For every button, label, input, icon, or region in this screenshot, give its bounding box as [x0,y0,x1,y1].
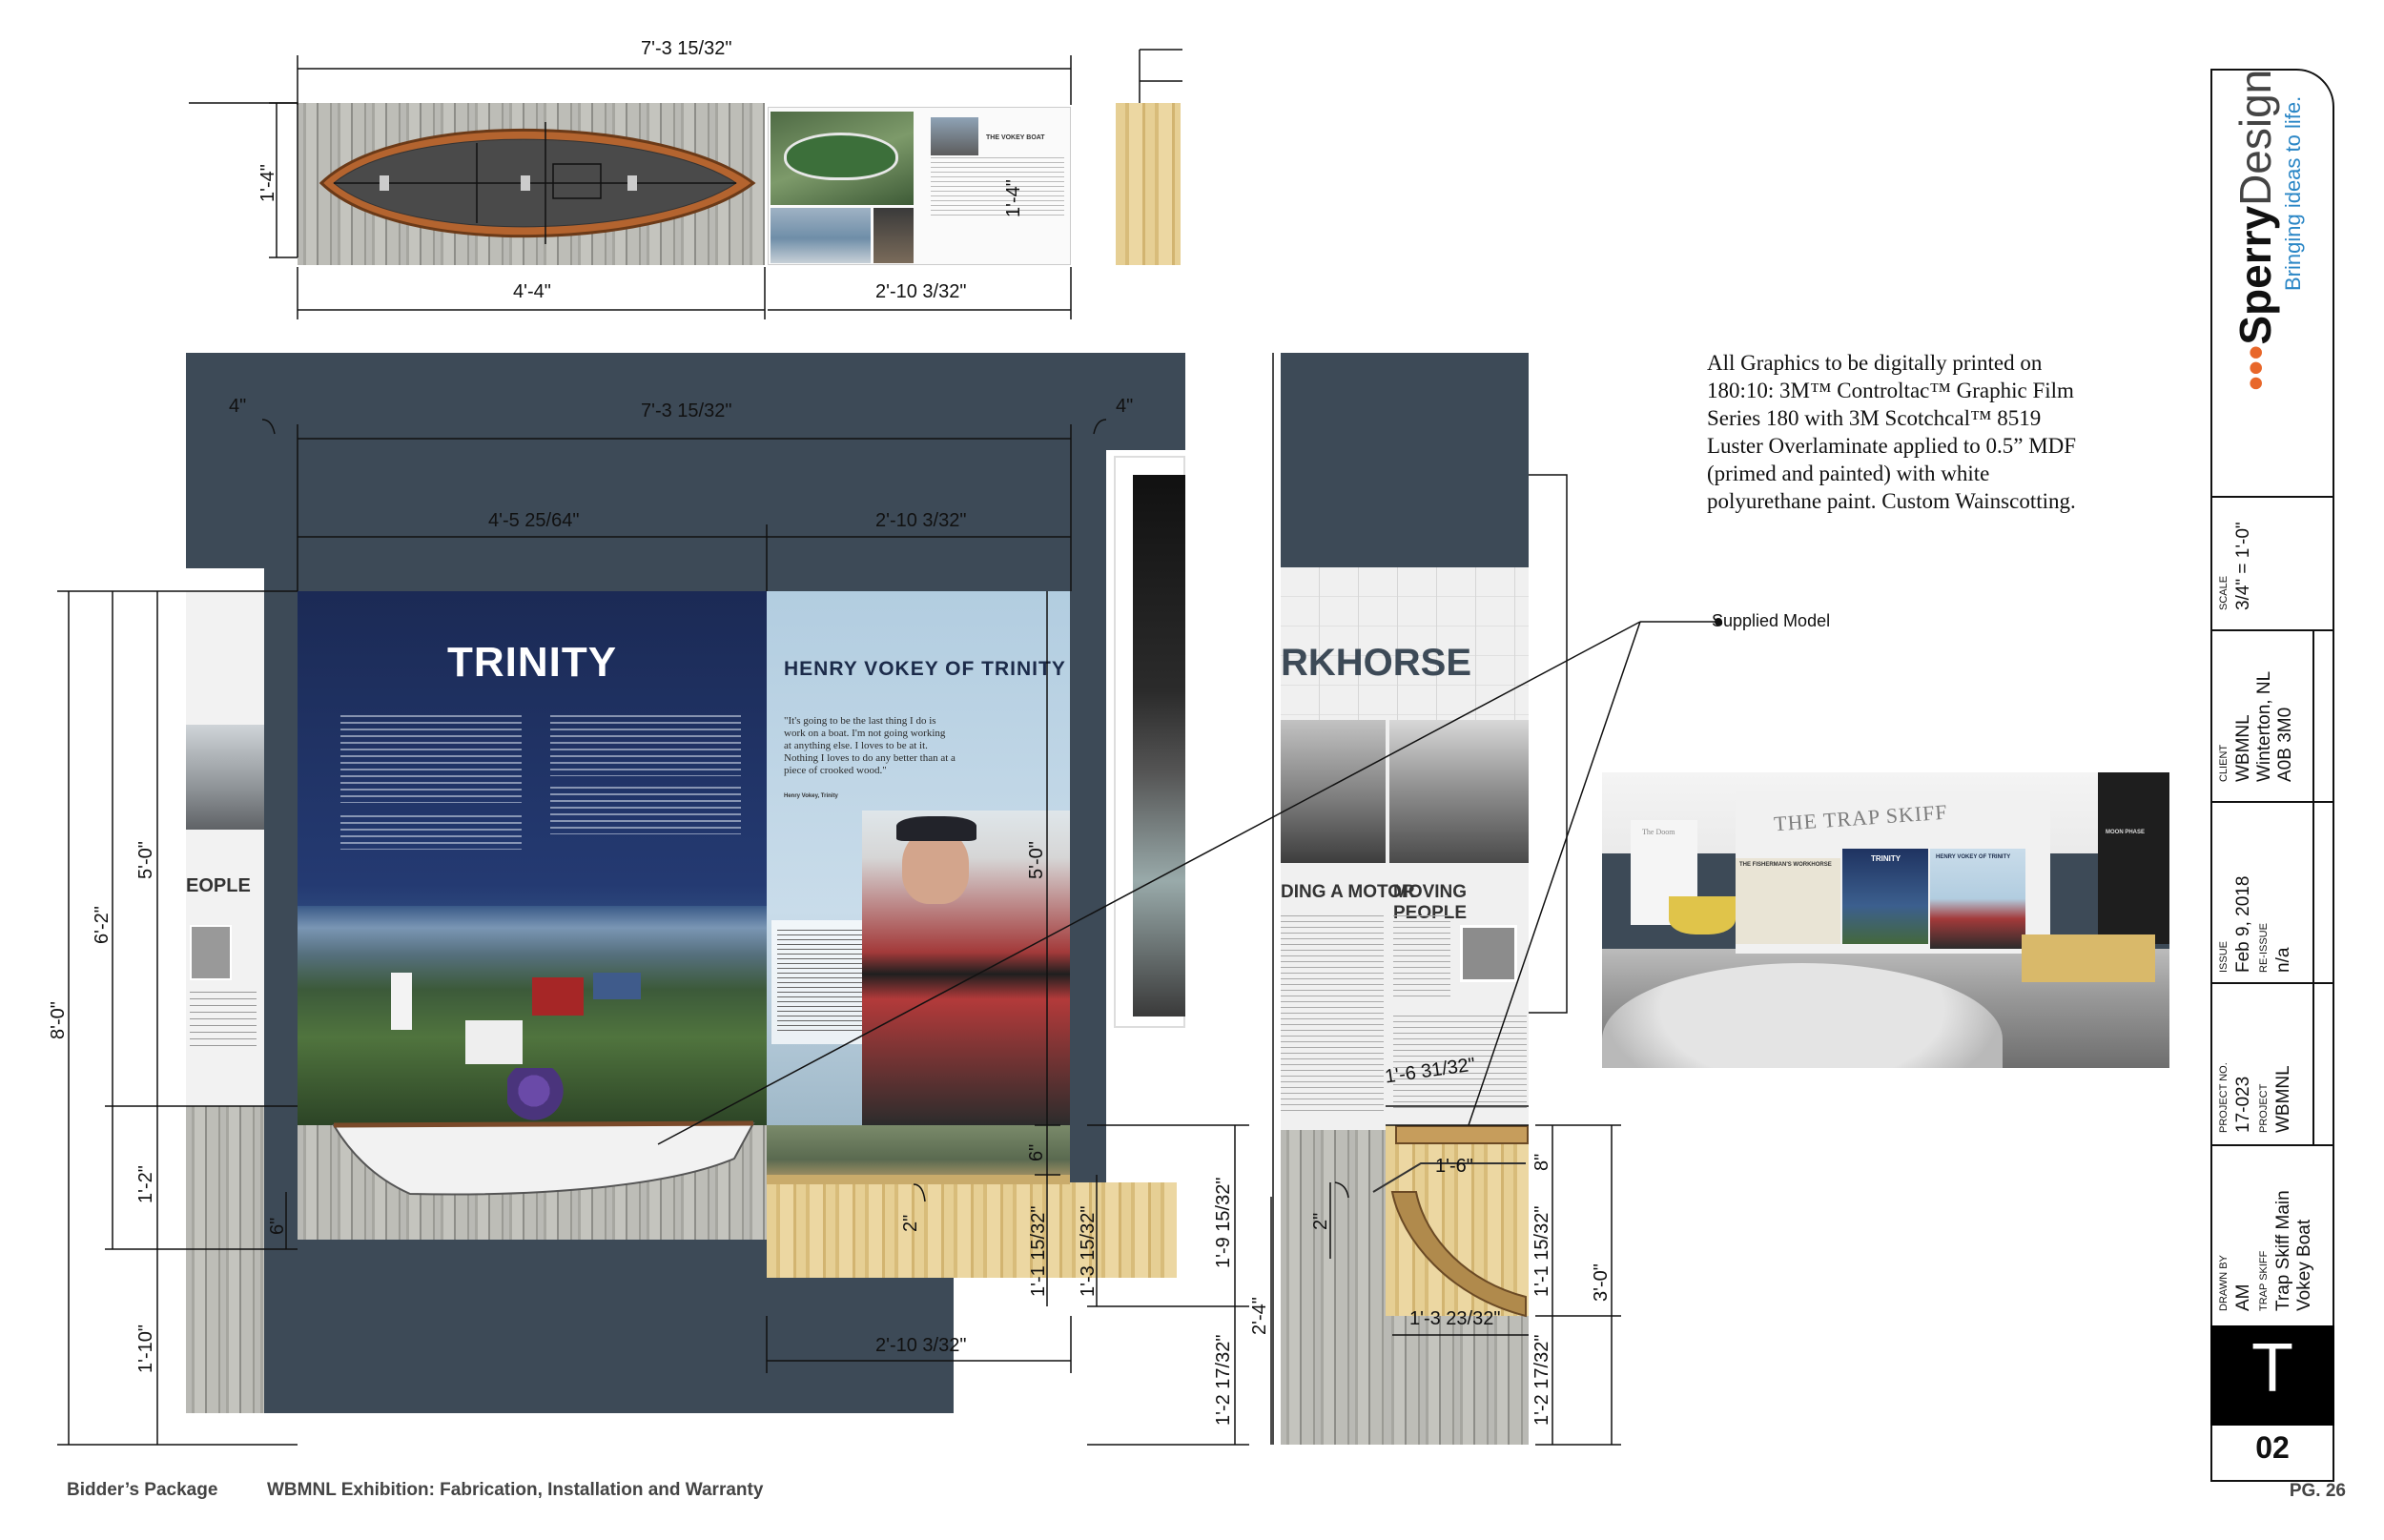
graphics-note: All Graphics to be digitally printed on … [1707,351,2077,513]
dim-side-8: 8" [1531,1153,1552,1171]
dim-case-1-3: 1'-3 15/32" [1078,1205,1099,1297]
project-no-value: 17-023 [2233,1076,2253,1133]
dim-side-1-1: 1'-1 15/32" [1531,1205,1552,1297]
drawn-value: AM [2233,1283,2253,1312]
reissue-label: RE-ISSUE [2258,923,2270,973]
dim-h-lower: 1'-2" [135,1165,156,1203]
drawn-label: DRAWN BY [2218,1255,2230,1311]
dim-main-width: 7'-3 15/32" [641,400,732,421]
tb-sep-4 [2210,982,2334,984]
scale-label: SCALE [2218,575,2230,610]
subject-label: TRAP SKIFF [2258,1250,2270,1311]
tb-vline-3 [2312,982,2314,1144]
tb-vline-2 [2312,801,2314,982]
brand-light: Design [2230,69,2280,206]
dim-corner-left: 4" [229,396,247,417]
dim-case-6: 6" [1026,1143,1047,1161]
footer-middle: WBMNL Exhibition: Fabrication, Installat… [267,1480,764,1500]
dim-top-left-width: 4'-4" [513,281,551,302]
project-label: PROJECT [2258,1083,2270,1133]
brand-bold: Sperry [2230,205,2280,345]
footer-left: Bidder’s Package [67,1480,218,1500]
render-panel-c: HENRY VOKEY OF TRINITY [1930,849,2025,949]
reissue-value: n/a [2273,947,2293,973]
client-line-2: Winterton, NL [2254,670,2274,782]
render-panel-b: TRINITY [1842,849,1928,944]
dim-side-1-6: 1'-6" [1435,1156,1473,1177]
dim-case-2: 2" [900,1214,921,1232]
render-panel-d: MOON PHASE [2098,772,2169,944]
callout-label: Supplied Model [1712,611,1831,630]
brand-tagline: Bringing ideas to life. [2281,95,2305,291]
tb-sep-1 [2210,496,2334,498]
render-panel-a: THE FISHERMAN'S WORKHORSE [1736,858,1840,944]
dim-top-right-width: 2'-10 3/32" [875,281,967,302]
dim-h-panel-total: 6'-2" [92,906,113,944]
dimension-lines [57,55,1722,1446]
dim-side-3-0: 3'-0" [1591,1263,1612,1302]
dim-case-height: 5'-0" [1026,841,1047,879]
scale-value: 3/4" = 1'-0" [2233,522,2253,610]
dim-h-total: 8'-0" [48,1001,69,1039]
dim-case-bottom-width: 2'-10 3/32" [875,1335,967,1356]
render-case [2022,934,2155,982]
dim-case-1-2: 1'-2 17/32" [1213,1334,1234,1426]
project-value: WBMNL [2273,1065,2293,1133]
issue-label: ISSUE [2218,940,2230,973]
dim-top-width: 7'-3 15/32" [641,38,732,59]
dim-side-1-2: 1'-2 17/32" [1531,1334,1552,1426]
render-yellow-boat [1669,896,1736,934]
subject-line-2: Vokey Boat [2294,1219,2314,1311]
footer-page: PG. 26 [2289,1481,2346,1501]
dim-h-base: 1'-10" [135,1324,156,1373]
client-line-3: A0B 3M0 [2275,707,2295,782]
subject-line-1: Trap Skiff Main [2273,1190,2293,1311]
render-floor-boat [1602,963,2003,1068]
tb-sep-3 [2210,801,2334,803]
dim-side-1-3-23: 1'-3 23/32" [1409,1308,1501,1329]
brand-logo: •••SperryDesign [2230,70,2281,391]
tb-letter: T [2251,1330,2293,1407]
dim-main-left-width: 4'-5 25/64" [488,510,580,531]
dim-side-2: 2" [1310,1212,1331,1230]
client-label: CLIENT [2218,744,2230,782]
dim-case-1-1: 1'-1 15/32" [1028,1205,1049,1297]
tb-vline-1 [2312,629,2314,801]
callout-leader [657,621,1716,1145]
project-no-label: PROJECT NO. [2218,1062,2230,1133]
brand-dots: ••• [2230,344,2280,391]
dim-corner-right: 4" [1116,396,1134,417]
dim-h-6: 6" [267,1217,288,1235]
client-line-1: WBMNL [2233,714,2253,782]
tb-sep-2 [2210,629,2334,631]
dim-side-2-4: 2'-4" [1249,1297,1270,1335]
issue-value: Feb 9, 2018 [2233,875,2253,973]
dim-case-1-9: 1'-9 15/32" [1213,1177,1234,1268]
dim-top-rot: 1'-4" [1003,179,1024,217]
tb-sheet: 02 [2255,1430,2290,1465]
dim-top-height: 1'-4" [257,164,278,202]
dim-h-panel: 5'-0" [135,841,156,879]
exhibit-render: THE TRAP SKIFF THE FISHERMAN'S WORKHORSE… [1602,772,2169,1068]
dim-main-right-width: 2'-10 3/32" [875,510,967,531]
tb-sep-5 [2210,1144,2334,1146]
